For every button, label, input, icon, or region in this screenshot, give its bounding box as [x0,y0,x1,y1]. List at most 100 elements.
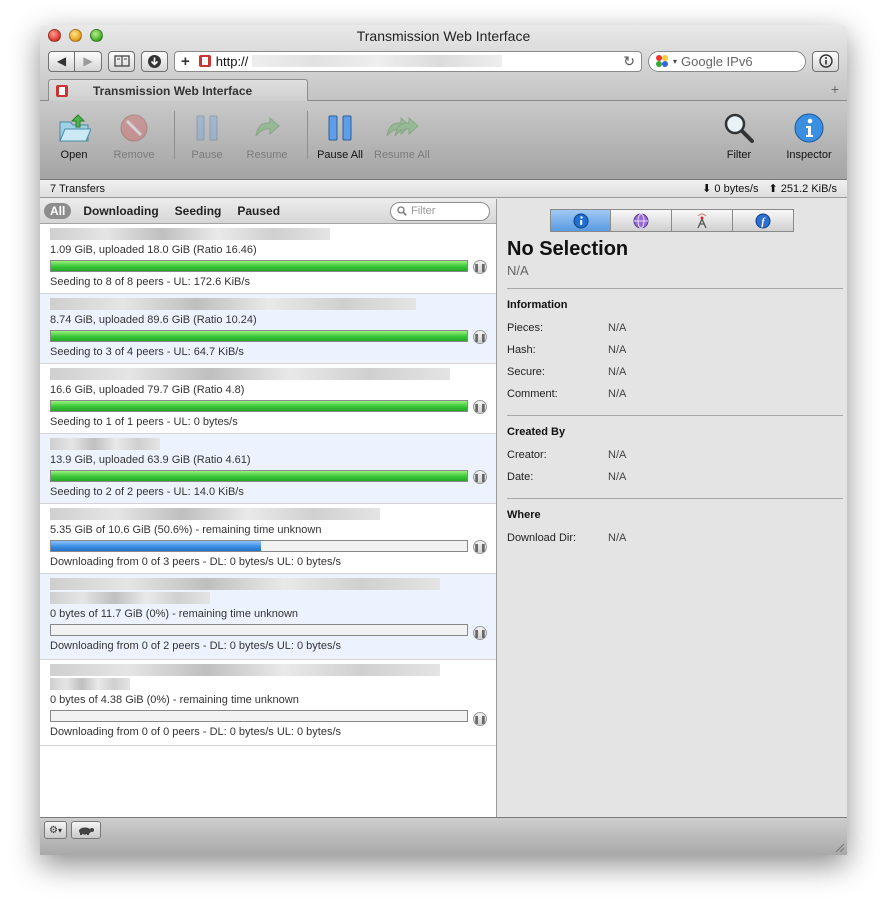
url-redacted [252,55,503,67]
inspector-pane: f No Selection N/A Information Pieces: N/… [497,199,847,817]
address-bar[interactable]: + http:// ↻ [174,50,642,72]
remove-button[interactable]: Remove [108,111,160,161]
torrent-row[interactable]: 0 bytes of 4.38 GiB (0%) - remaining tim… [40,660,496,746]
progress-bar [50,540,468,552]
torrent-pause-button[interactable]: ❚❚ [473,260,487,274]
torrent-name-redacted [50,678,130,690]
search-field[interactable]: ▾ Google IPv6 [648,50,806,72]
open-button[interactable]: Open [48,111,100,161]
torrent-name-redacted [50,508,380,520]
date-label: Date: [507,471,534,483]
filter-downloading[interactable]: Downloading [79,204,162,218]
forward-button[interactable]: ▶ [75,50,102,72]
resume-button[interactable]: Resume [241,111,293,161]
add-bookmark-icon[interactable]: + [181,53,190,70]
torrent-name-redacted [50,592,210,604]
torrent-name-redacted [50,438,160,450]
pause-all-button[interactable]: Pause All [314,111,366,161]
pause-small-icon: ❚❚ [473,542,487,552]
magnifier-icon [722,111,756,145]
pause-button[interactable]: Pause [181,111,233,161]
settings-menu-button[interactable]: ⚙ ▾ [44,821,67,839]
torrent-pause-button[interactable]: ❚❚ [473,540,487,554]
torrent-row[interactable]: 0 bytes of 11.7 GiB (0%) - remaining tim… [40,574,496,660]
progress-fill [51,331,467,341]
tab-trackers[interactable] [672,209,733,232]
filter-seeding[interactable]: Seeding [171,204,226,218]
torrent-pause-button[interactable]: ❚❚ [473,400,487,414]
resume-all-button[interactable]: Resume All [374,111,430,161]
comment-value: N/A [608,388,627,400]
pause-small-icon: ❚❚ [473,628,487,638]
creator-label: Creator: [507,449,547,461]
reload-icon[interactable]: ↻ [623,53,635,70]
pause-small-icon: ❚❚ [473,472,487,482]
chevron-down-icon: ▾ [57,825,62,835]
url-prefix: http:// [215,53,249,69]
window-title: Transmission Web Interface [356,28,531,44]
tab-peers[interactable] [611,209,672,232]
information-section: Information Pieces: N/A Hash: N/A Secure: N… [507,288,843,405]
hash-row: Hash: N/A [507,339,843,361]
browser-tab[interactable]: Transmission Web Interface [48,79,308,101]
torrent-pause-button[interactable]: ❚❚ [473,626,487,640]
resume-label: Resume [246,149,288,161]
progress-bar [50,400,468,412]
comment-label: Comment: [507,388,558,400]
toolbar-separator [174,111,175,159]
torrent-pause-button[interactable]: ❚❚ [473,330,487,344]
torrent-row[interactable]: 5.35 GiB of 10.6 GiB (50.6%) - remaining… [40,504,496,574]
pause-small-icon: ❚❚ [473,262,487,272]
pause-label: Pause [191,149,223,161]
filter-all[interactable]: All [44,203,72,219]
torrent-list-pane: All Downloading Seeding Paused Filter 1.… [40,199,497,817]
turtle-mode-button[interactable] [70,821,101,839]
torrent-name-redacted [50,368,450,380]
inspector-label: Inspector [786,149,832,161]
bookmarks-button[interactable] [108,50,135,72]
inspector-subtitle: N/A [507,263,529,278]
torrent-pause-button[interactable]: ❚❚ [473,470,487,484]
files-f-icon: f [755,213,771,228]
transfer-count: 7 Transfers [50,182,106,195]
tab-info[interactable] [550,209,611,232]
book-icon [113,55,130,67]
new-tab-icon[interactable]: + [831,81,839,97]
created-by-section: Created By Creator: N/A Date: N/A [507,415,843,488]
inspector-button[interactable]: Inspector [783,111,835,161]
progress-bar [50,710,468,722]
pieces-row: Pieces: N/A [507,317,843,339]
torrent-row[interactable]: 13.9 GiB, uploaded 63.9 GiB (Ratio 4.61)… [40,434,496,504]
torrent-name-redacted [50,664,440,676]
snapback-button[interactable] [812,50,839,72]
tab-files[interactable]: f [733,209,794,232]
torrent-peers-text: Seeding to 3 of 4 peers - UL: 64.7 KiB/s [50,346,244,358]
browser-window: Transmission Web Interface ◀ ▶ + http://… [40,25,847,855]
pause-small-icon: ❚❚ [473,714,487,724]
torrent-row[interactable]: 8.74 GiB, uploaded 89.6 GiB (Ratio 10.24… [40,294,496,364]
progress-bar [50,260,468,272]
pause-all-label: Pause All [317,149,363,161]
filter-paused[interactable]: Paused [233,204,284,218]
search-dropdown-icon[interactable]: ▾ [673,57,677,66]
torrent-pause-button[interactable]: ❚❚ [473,712,487,726]
filter-search-input[interactable]: Filter [390,201,490,221]
upload-speed: ⬆ 251.2 KiB/s [768,182,837,195]
torrent-name-redacted [50,228,330,240]
secure-label: Secure: [507,366,545,378]
transmission-favicon-icon [198,55,211,67]
back-button[interactable]: ◀ [48,50,75,72]
search-placeholder: Google IPv6 [681,53,753,69]
comment-row: Comment: N/A [507,383,843,405]
torrent-row[interactable]: 1.09 GiB, uploaded 18.0 GiB (Ratio 16.46… [40,224,496,294]
downloads-button[interactable] [141,50,168,72]
gear-icon: ⚙ [49,824,58,836]
hash-value: N/A [608,344,627,356]
progress-fill [51,541,262,551]
toolbar-right-group: Filter Inspector [713,111,835,161]
resize-grip-icon[interactable] [834,842,844,852]
secure-value: N/A [608,366,627,378]
filter-button[interactable]: Filter [713,111,765,161]
filter-bar: All Downloading Seeding Paused Filter [40,199,496,224]
torrent-row[interactable]: 16.6 GiB, uploaded 79.7 GiB (Ratio 4.8) … [40,364,496,434]
